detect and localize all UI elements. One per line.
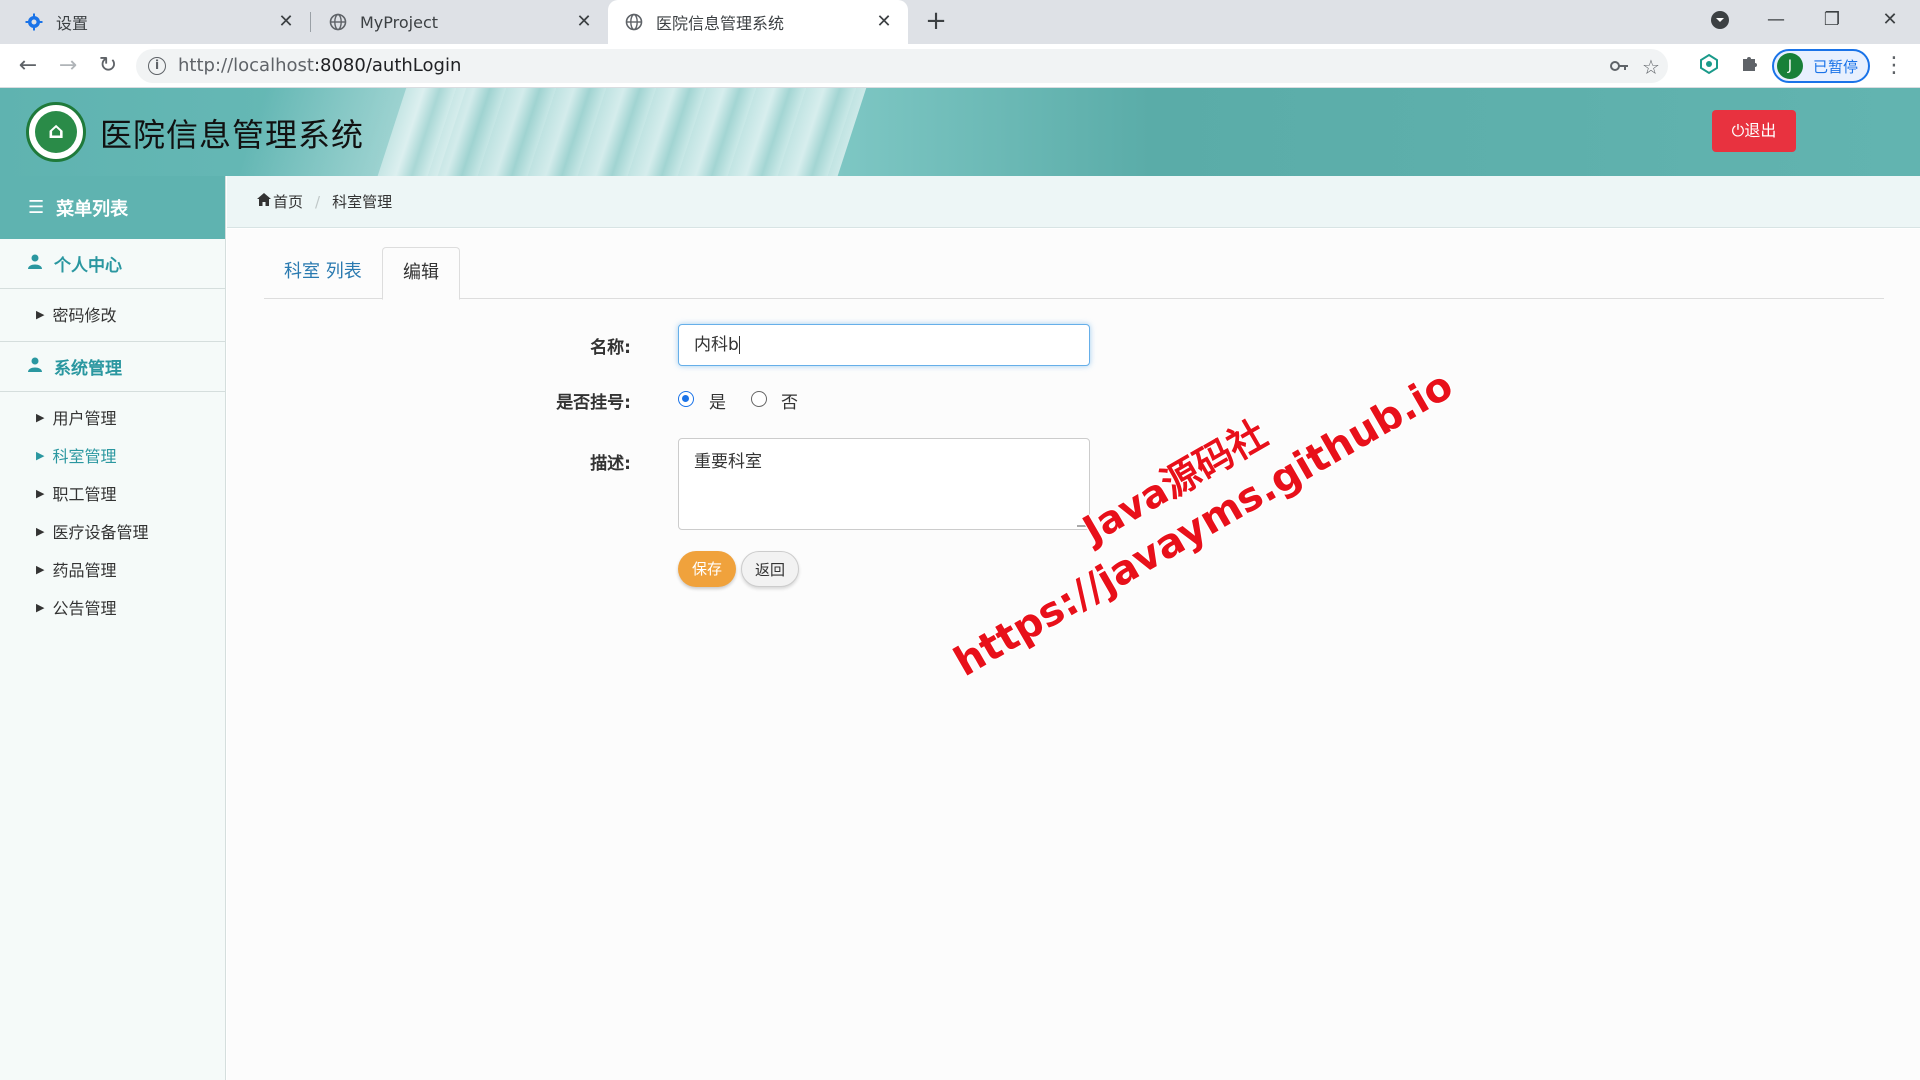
description-textarea[interactable]: 重要科室 — [678, 438, 1090, 530]
close-icon[interactable]: ✕ — [874, 12, 894, 32]
sidebar-item-password[interactable]: ▶ 密码修改 — [0, 295, 225, 333]
register-no-radio[interactable] — [751, 391, 767, 407]
browser-toolbar: ← → ↻ i http://localhost:8080/authLogin … — [0, 44, 1920, 88]
text-cursor — [738, 336, 740, 354]
logo: ⌂ — [26, 102, 86, 162]
browser-tab-title: 设置 — [56, 14, 89, 33]
sidebar-header: ☰ 菜单列表 — [0, 176, 225, 239]
app-header: ⌂ 医院信息管理系统 ⏻退出 — [0, 88, 1920, 176]
register-label: 是否挂号: — [556, 393, 631, 413]
bookmark-star-icon[interactable]: ☆ — [1640, 56, 1662, 78]
caret-right-icon: ▶ — [36, 600, 45, 614]
extension-icon[interactable] — [1696, 53, 1722, 79]
power-icon: ⏻ — [1731, 121, 1745, 140]
tab-search-icon[interactable] — [1702, 6, 1738, 34]
browser-tab-bar: 设置 ✕ MyProject ✕ 医院信息管理系统 ✕ + — ❐ ✕ — [0, 0, 1920, 44]
tab-separator — [310, 12, 311, 32]
profile-status: 已暂停 — [1813, 57, 1859, 76]
browser-tab-hospital[interactable]: 医院信息管理系统 ✕ — [608, 0, 908, 44]
restore-icon[interactable]: ❐ — [1814, 6, 1850, 34]
register-no-label[interactable]: 否 — [781, 388, 798, 413]
sidebar-item-departments[interactable]: ▶ 科室管理 — [0, 436, 225, 474]
register-yes-label[interactable]: 是 — [709, 388, 726, 413]
key-icon[interactable] — [1608, 56, 1630, 78]
name-input[interactable]: 内科b — [678, 324, 1090, 366]
user-icon — [28, 254, 42, 273]
name-label: 名称: — [590, 338, 631, 358]
globe-icon — [328, 12, 348, 32]
sidebar-item-staff[interactable]: ▶ 职工管理 — [0, 474, 225, 512]
browser-tab-settings[interactable]: 设置 ✕ — [8, 0, 310, 44]
more-vert-icon[interactable]: ⋮ — [1880, 52, 1908, 80]
sidebar-subgroup: ▶ 用户管理 ▶ 科室管理 ▶ 职工管理 ▶ 医疗设备管理 ▶ 药品管理 ▶ 公… — [0, 392, 225, 634]
page-tabs: 科室 列表 编辑 — [264, 247, 1884, 300]
header-banner-image — [367, 88, 873, 176]
globe-icon — [624, 12, 644, 32]
app-title: 医院信息管理系统 — [100, 116, 365, 154]
minimize-icon[interactable]: — — [1758, 6, 1794, 34]
register-yes-radio[interactable] — [678, 391, 694, 407]
back-button[interactable]: 返回 — [741, 551, 799, 587]
sidebar-item-notices[interactable]: ▶ 公告管理 — [0, 588, 225, 626]
browser-tab-title: MyProject — [360, 12, 439, 32]
sidebar-item-equipment[interactable]: ▶ 医疗设备管理 — [0, 512, 225, 550]
profile-button[interactable]: J 已暂停 — [1772, 49, 1870, 83]
url-text[interactable]: http://localhost:8080/authLogin — [178, 55, 461, 76]
list-icon: ☰ — [28, 197, 45, 218]
home-icon[interactable] — [257, 193, 271, 210]
browser-tab-myproject[interactable]: MyProject ✕ — [312, 0, 608, 44]
site-info-icon[interactable]: i — [148, 57, 166, 75]
back-arrow-icon[interactable]: ← — [14, 52, 42, 80]
avatar: J — [1777, 53, 1803, 79]
close-icon[interactable]: ✕ — [276, 12, 296, 32]
description-label: 描述: — [590, 454, 631, 474]
browser-tab-title: 医院信息管理系统 — [656, 14, 785, 33]
sidebar-item-users[interactable]: ▶ 用户管理 — [0, 398, 225, 436]
user-icon — [28, 357, 42, 376]
caret-right-icon: ▶ — [36, 562, 45, 576]
window-close-icon[interactable]: ✕ — [1872, 6, 1908, 34]
caret-right-icon: ▶ — [36, 524, 45, 538]
address-bar[interactable]: i http://localhost:8080/authLogin ☆ — [136, 49, 1668, 83]
caret-right-icon: ▶ — [36, 410, 45, 424]
breadcrumb-current: 科室管理 — [332, 193, 393, 211]
save-button[interactable]: 保存 — [678, 551, 736, 587]
puzzle-icon[interactable] — [1736, 53, 1762, 79]
reload-icon[interactable]: ↻ — [94, 52, 122, 80]
gear-icon — [24, 12, 44, 32]
breadcrumb: 首页 / 科室管理 — [227, 176, 1920, 228]
main-content: 科室 列表 编辑 名称: 内科b 是否挂号: 是 否 描述: 重要科室 保存 返… — [227, 229, 1920, 1080]
logo-icon: ⌂ — [35, 111, 77, 153]
sidebar-subgroup: ▶ 密码修改 — [0, 289, 225, 342]
sidebar-item-drugs[interactable]: ▶ 药品管理 — [0, 550, 225, 588]
breadcrumb-home[interactable]: 首页 — [273, 191, 303, 212]
tab-edit[interactable]: 编辑 — [382, 247, 460, 300]
caret-right-icon: ▶ — [36, 486, 45, 500]
sidebar: ☰ 菜单列表 个人中心 ▶ 密码修改 系统管理 ▶ 用户管理 ▶ 科室管理 ▶ … — [0, 176, 226, 1080]
logout-button[interactable]: ⏻退出 — [1712, 110, 1796, 152]
new-tab-button[interactable]: + — [922, 8, 950, 36]
caret-right-icon: ▶ — [36, 448, 45, 462]
forward-arrow-icon[interactable]: → — [54, 52, 82, 80]
caret-right-icon: ▶ — [36, 307, 45, 321]
tab-department-list[interactable]: 科室 列表 — [264, 247, 382, 299]
sidebar-section-system[interactable]: 系统管理 — [0, 342, 225, 392]
sidebar-section-personal[interactable]: 个人中心 — [0, 239, 225, 289]
close-icon[interactable]: ✕ — [574, 12, 594, 32]
breadcrumb-separator: / — [315, 192, 321, 211]
